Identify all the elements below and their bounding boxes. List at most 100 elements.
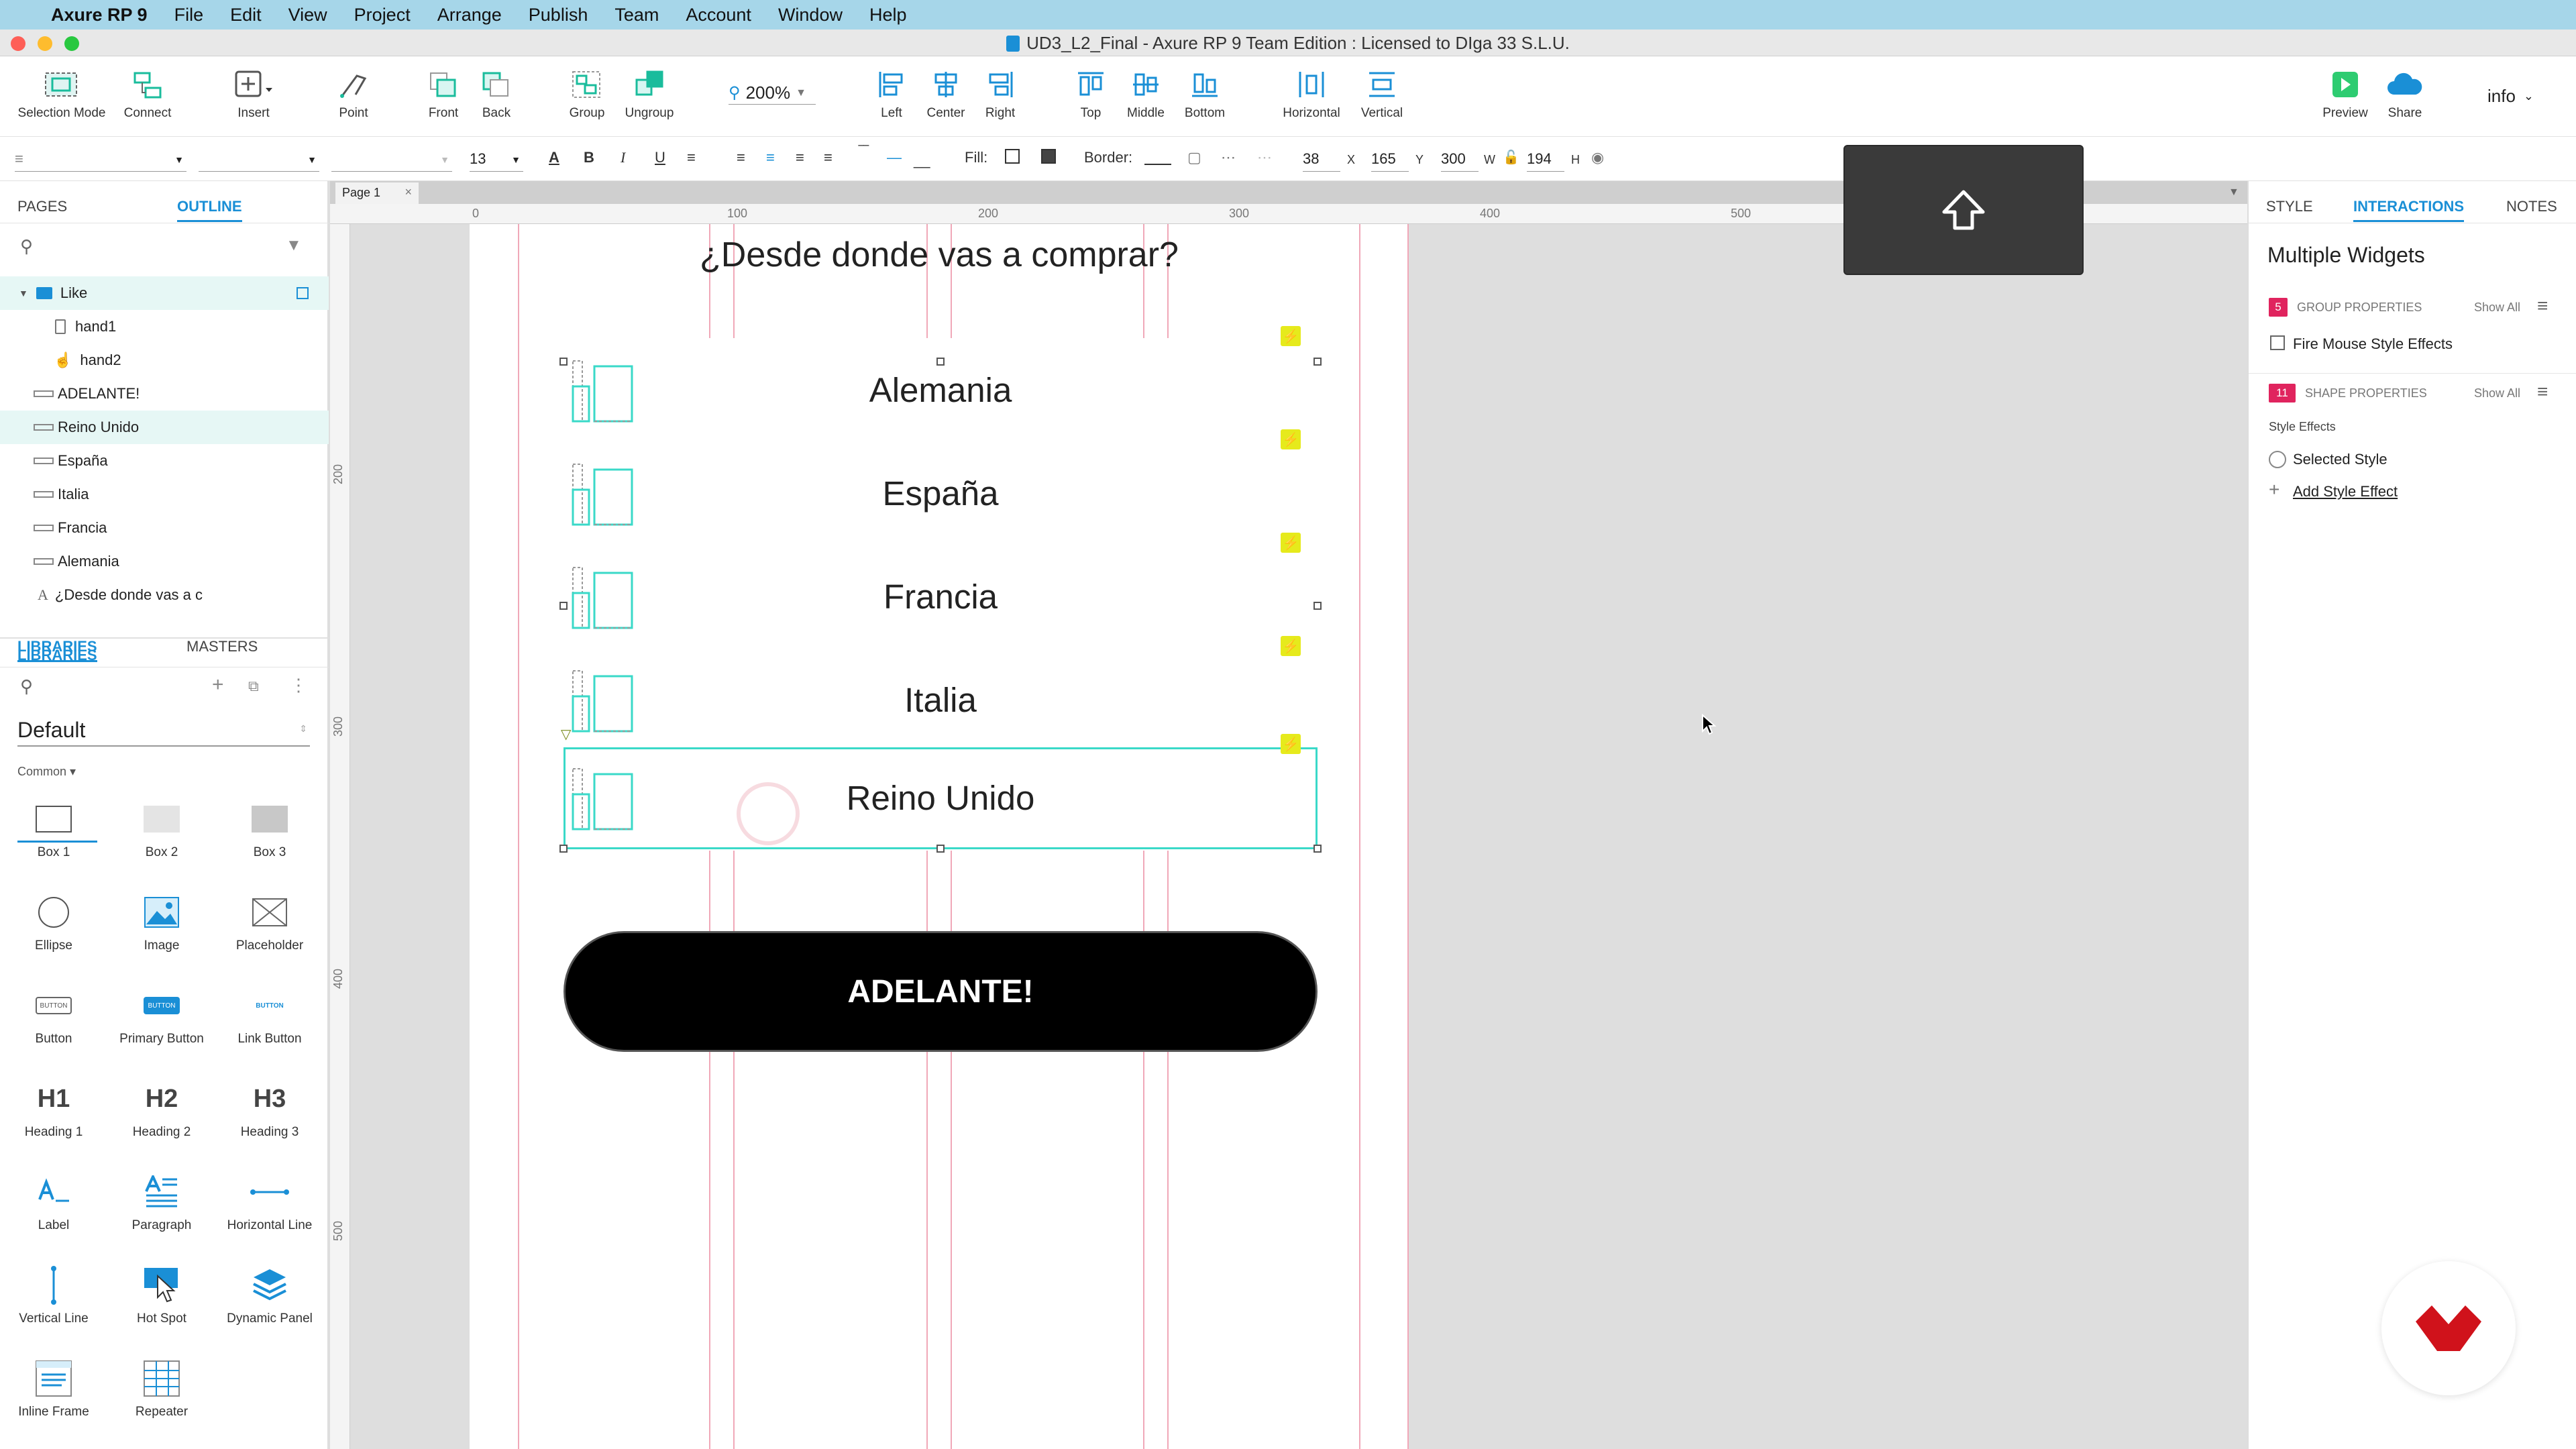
country-italia[interactable]: Italia xyxy=(806,680,1075,720)
share-button[interactable]: Share xyxy=(2358,67,2452,121)
shape-show-all-link[interactable]: Show All xyxy=(2474,386,2520,400)
shape-menu-icon[interactable]: ≡ xyxy=(2537,381,2548,402)
menu-view[interactable]: View xyxy=(288,5,327,25)
category-common[interactable]: Common ▾ xyxy=(17,765,76,779)
page-tab[interactable]: Page 1 × xyxy=(335,182,419,204)
point-button[interactable]: Point xyxy=(307,67,400,121)
tab-libraries-active[interactable]: LIBRARIES xyxy=(17,637,97,662)
widget-repeater[interactable]: Repeater xyxy=(108,1355,215,1419)
visibility-eye-icon[interactable]: ◉ xyxy=(1591,149,1604,166)
fill-style-swatch[interactable] xyxy=(1041,149,1056,164)
widget-box-3[interactable]: Box 3 xyxy=(216,796,323,860)
group-menu-icon[interactable]: ≡ xyxy=(2537,295,2548,317)
menu-arrange[interactable]: Arrange xyxy=(437,5,502,25)
border-style-icon[interactable]: ▢ xyxy=(1187,149,1201,166)
widget-paragraph[interactable]: Paragraph xyxy=(108,1169,215,1233)
group-show-all-link[interactable]: Show All xyxy=(2474,301,2520,315)
valign-bottom-icon[interactable]: __ xyxy=(914,152,930,169)
app-menu[interactable]: Axure RP 9 xyxy=(51,5,148,25)
widget-heading-1[interactable]: H1 Heading 1 xyxy=(0,1075,107,1140)
style-dropdown[interactable]: ≡ ▼ xyxy=(15,146,186,172)
interaction-bolt-icon[interactable]: ⚡ xyxy=(1281,429,1301,449)
tab-outline[interactable]: OUTLINE xyxy=(177,197,242,222)
bold-icon[interactable]: B xyxy=(584,149,594,166)
menu-publish[interactable]: Publish xyxy=(529,5,588,25)
send-back-button[interactable]: Back xyxy=(449,67,543,121)
menu-account[interactable]: Account xyxy=(686,5,751,25)
tab-overflow-icon[interactable]: ▼ xyxy=(2229,186,2239,199)
tab-notes[interactable]: NOTES xyxy=(2506,197,2557,216)
outline-item-reino-unido[interactable]: Reino Unido xyxy=(0,411,329,444)
outline-item-hand2[interactable]: ☝ hand2 xyxy=(0,343,329,377)
widget-image[interactable]: Image xyxy=(108,889,215,953)
widget-button[interactable]: BUTTON Button xyxy=(0,982,107,1046)
fire-mouse-checkbox[interactable] xyxy=(2270,335,2285,350)
widget-hot-spot[interactable]: Hot Spot xyxy=(108,1262,215,1326)
widget-horizontal-line[interactable]: Horizontal Line xyxy=(216,1169,323,1233)
more-options-icon[interactable]: ⋮ xyxy=(290,675,307,696)
interaction-bolt-icon[interactable]: ⚡ xyxy=(1281,734,1301,754)
widget-heading-3[interactable]: H3 Heading 3 xyxy=(216,1075,323,1140)
distribute-vertical-button[interactable]: Vertical xyxy=(1335,67,1429,121)
menu-file[interactable]: File xyxy=(174,5,204,25)
add-library-icon[interactable]: + xyxy=(212,674,224,696)
fire-mouse-label[interactable]: Fire Mouse Style Effects xyxy=(2293,335,2453,353)
menu-edit[interactable]: Edit xyxy=(230,5,262,25)
valign-top-icon[interactable]: ‾‾ xyxy=(859,144,869,161)
font-family-dropdown[interactable]: ▼ xyxy=(199,146,319,172)
outline-item-like[interactable]: ▼ Like xyxy=(0,276,329,310)
outline-item-alemania[interactable]: Alemania xyxy=(0,545,329,578)
border-arrow-icon[interactable]: ⋯ xyxy=(1257,149,1272,166)
widget-heading-2[interactable]: H2 Heading 2 xyxy=(108,1075,215,1140)
question-heading[interactable]: ¿Desde donde vas a comprar? xyxy=(671,235,1208,275)
interaction-bolt-icon[interactable]: ⚡ xyxy=(1281,533,1301,553)
widget-primary-button[interactable]: BUTTON Primary Button xyxy=(108,982,215,1046)
outline-item-italia[interactable]: Italia xyxy=(0,478,329,511)
font-size-field[interactable]: 13 ▼ xyxy=(470,146,523,172)
menu-help[interactable]: Help xyxy=(869,5,907,25)
bullet-list-icon[interactable]: ≡ xyxy=(687,149,696,166)
zoom-control[interactable]: ⚲ 200% ▼ xyxy=(729,82,816,105)
country-espana[interactable]: España xyxy=(806,474,1075,513)
widget-link-button[interactable]: BUTTON Link Button xyxy=(216,982,323,1046)
country-alemania[interactable]: Alemania xyxy=(806,370,1075,410)
country-francia[interactable]: Francia xyxy=(806,577,1075,616)
resize-handle[interactable] xyxy=(559,602,568,610)
x-field[interactable]: 38 xyxy=(1303,146,1340,172)
library-search-icon[interactable]: ⚲ xyxy=(20,676,33,697)
menu-team[interactable]: Team xyxy=(614,5,659,25)
library-copy-icon[interactable]: ⧉ xyxy=(248,678,259,695)
border-color-swatch[interactable] xyxy=(1144,154,1171,165)
tab-pages[interactable]: PAGES xyxy=(17,197,67,216)
outline-item-adelante[interactable]: ADELANTE! xyxy=(0,377,329,411)
resize-handle[interactable] xyxy=(559,845,568,853)
widget-dynamic-panel[interactable]: Dynamic Panel xyxy=(216,1262,323,1326)
floating-upload-overlay[interactable] xyxy=(1843,145,2084,275)
align-text-center-icon[interactable]: ≡ xyxy=(766,149,775,166)
outline-item-question-text[interactable]: A ¿Desde donde vas a c xyxy=(0,578,329,612)
selected-style-item[interactable]: Selected Style xyxy=(2293,451,2387,468)
resize-handle[interactable] xyxy=(559,358,568,366)
tab-style[interactable]: STYLE xyxy=(2266,197,2313,216)
interaction-bolt-icon[interactable]: ⚡ xyxy=(1281,326,1301,346)
resize-handle[interactable] xyxy=(1313,845,1322,853)
text-color-icon[interactable]: A xyxy=(549,149,559,166)
selection-mode-button[interactable]: Selection Mode xyxy=(15,67,109,121)
interaction-bolt-icon[interactable]: ⚡ xyxy=(1281,636,1301,656)
widget-inline-frame[interactable]: Inline Frame xyxy=(0,1355,107,1419)
align-bottom-button[interactable]: Bottom xyxy=(1158,67,1252,121)
valign-middle-icon[interactable]: — xyxy=(887,149,902,166)
library-select[interactable]: Default ⇕ xyxy=(17,718,310,747)
add-style-effect-link[interactable]: Add Style Effect xyxy=(2293,483,2398,500)
tab-masters[interactable]: MASTERS xyxy=(186,637,258,656)
connect-button[interactable]: Connect xyxy=(101,67,195,121)
filter-icon[interactable]: ▼ xyxy=(286,236,302,255)
outline-item-hand1[interactable]: hand1 xyxy=(0,310,329,343)
underline-icon[interactable]: U xyxy=(655,149,665,166)
resize-handle[interactable] xyxy=(936,845,945,853)
search-icon[interactable]: ⚲ xyxy=(20,236,33,257)
lock-icon[interactable]: 🔓 xyxy=(1503,149,1519,166)
outline-item-espana[interactable]: España xyxy=(0,444,329,478)
italic-icon[interactable]: I xyxy=(621,149,625,166)
fill-color-swatch[interactable] xyxy=(1005,149,1020,164)
